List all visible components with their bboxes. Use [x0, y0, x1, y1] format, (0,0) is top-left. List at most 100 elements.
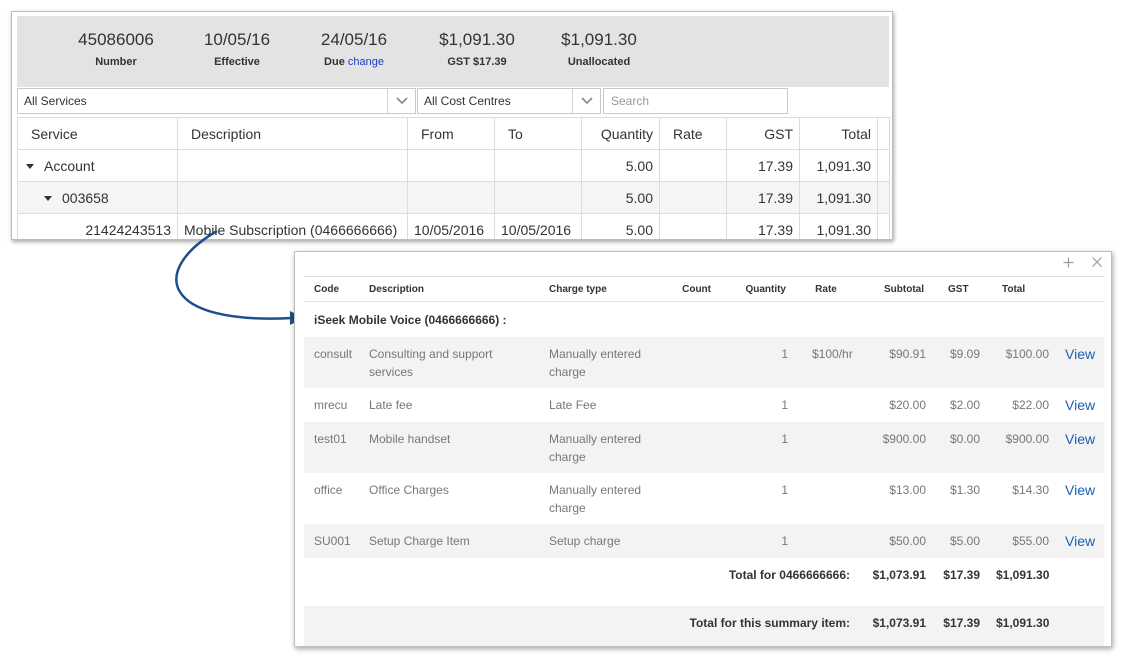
col-from[interactable]: From [407, 117, 495, 150]
service-name: Account [44, 157, 95, 174]
charge-row: test01 Mobile handset Manually entered c… [304, 422, 1104, 473]
chevron-down-icon[interactable] [387, 89, 415, 113]
total-cell: $55.00 [986, 524, 1055, 558]
subtotal-cell: $13.00 [889, 483, 926, 497]
filter-bar: All Services All Cost Centres [17, 87, 889, 117]
plus-icon[interactable] [1059, 253, 1077, 271]
action-cell: View [1055, 388, 1104, 422]
view-link[interactable]: View [1065, 431, 1095, 447]
service-cell: 21424243513 [17, 213, 178, 239]
table-row-cost-centre[interactable]: 003658 5.00 17.39 1,091.30 [17, 181, 890, 214]
from-cell [407, 149, 495, 182]
total-cell: 1,091.30 [799, 213, 878, 239]
charge-type-cell: Manually entered charge [549, 483, 642, 515]
col-gst[interactable]: GST [726, 117, 800, 150]
charge-row: mrecu Late fee Late Fee 1 $20.00 $2.00 $… [304, 388, 1104, 422]
caret-down-icon[interactable] [44, 196, 52, 202]
col-quantity[interactable]: Quantity [719, 276, 794, 302]
total-cell: 1,091.30 [799, 149, 878, 182]
view-link[interactable]: View [1065, 397, 1095, 413]
service-total-row: Total for 0466666666: $1,073.91 $17.39 $… [304, 558, 1104, 606]
services-table-header: Service Description From To Quantity Rat… [17, 117, 890, 150]
service-total-gst: $17.39 [943, 568, 980, 582]
rate-cell [659, 213, 727, 239]
scrollbar-cell [877, 149, 890, 182]
from-cell: 10/05/2016 [407, 213, 495, 239]
due-date-value: 24/05/16 [320, 30, 388, 49]
quantity-cell: 1 [719, 422, 794, 473]
summary-effective: 10/05/16 Effective [182, 16, 292, 68]
col-action [1055, 276, 1104, 302]
gst-cell: $5.00 [932, 524, 986, 558]
col-charge-type[interactable]: Charge type [539, 276, 669, 302]
rate-cell [794, 388, 856, 422]
col-description[interactable]: Description [359, 276, 539, 302]
col-count[interactable]: Count [669, 276, 719, 302]
charge-row: SU001 Setup Charge Item Setup charge 1 $… [304, 524, 1104, 558]
col-rate[interactable]: Rate [659, 117, 727, 150]
gst-amount-label: GST $17.39 [447, 56, 507, 68]
change-due-date-link[interactable]: change [348, 56, 384, 68]
scrollbar-column [877, 117, 890, 150]
charge-row: consult Consulting and support services … [304, 337, 1104, 388]
col-subtotal[interactable]: Subtotal [856, 276, 932, 302]
service-name: 003658 [62, 189, 109, 206]
gst-cell: $1.30 [949, 483, 980, 497]
summary-total-gst: $17.39 [932, 606, 986, 646]
search-input[interactable] [603, 88, 788, 114]
unallocated-value: $1,091.30 [561, 30, 637, 49]
to-cell [494, 181, 582, 214]
gst-cell: 17.39 [726, 149, 800, 182]
charge-detail-popup: Code Description Charge type Count Quant… [294, 251, 1112, 647]
charges-table: Code Description Charge type Count Quant… [304, 276, 1104, 646]
services-select-value: All Services [24, 94, 87, 108]
table-row-service[interactable]: 21424243513 Mobile Subscription (0466666… [17, 213, 890, 239]
col-to[interactable]: To [494, 117, 582, 150]
col-rate[interactable]: Rate [794, 276, 856, 302]
quantity-cell: 1 [781, 398, 788, 412]
code-cell: SU001 [304, 524, 359, 558]
subtotal-cell: $20.00 [889, 398, 926, 412]
view-link[interactable]: View [1065, 482, 1095, 498]
col-code[interactable]: Code [304, 276, 359, 302]
cost-centres-select[interactable]: All Cost Centres [417, 88, 601, 114]
chevron-down-icon[interactable] [572, 89, 600, 113]
due-date-label-row: Due change [299, 56, 409, 68]
col-total[interactable]: Total [799, 117, 878, 150]
services-table: Service Description From To Quantity Rat… [17, 117, 890, 239]
charge-type-cell: Late Fee [549, 398, 597, 412]
services-select[interactable]: All Services [17, 88, 416, 114]
view-link[interactable]: View [1065, 533, 1095, 549]
col-gst[interactable]: GST [932, 276, 986, 302]
description-cell: Mobile handset [359, 422, 539, 473]
service-cell: 003658 [17, 181, 178, 214]
total-cell: $14.30 [1012, 483, 1049, 497]
summary-total-label: Total for this summary item: [304, 606, 856, 646]
table-row-account[interactable]: Account 5.00 17.39 1,091.30 [17, 149, 890, 182]
col-total[interactable]: Total [986, 276, 1055, 302]
col-description[interactable]: Description [177, 117, 408, 150]
count-cell [669, 473, 719, 524]
charge-type-cell: Manually entered charge [539, 422, 669, 473]
service-total-label: Total for 0466666666: [728, 568, 850, 582]
service-total-subtotal: $1,073.91 [872, 568, 926, 582]
invoice-number-value: 45086006 [78, 30, 154, 49]
view-link[interactable]: View [1065, 346, 1095, 362]
service-total-total: $1,091.30 [996, 568, 1050, 582]
col-service[interactable]: Service [17, 117, 178, 150]
from-cell [407, 181, 495, 214]
code-cell: test01 [304, 422, 359, 473]
service-cell: Account [17, 149, 178, 182]
description-cell: Setup Charge Item [359, 524, 539, 558]
rate-cell [794, 422, 856, 473]
description-cell: Late fee [369, 398, 413, 412]
summary-total-total: $1,091.30 [986, 606, 1055, 646]
col-quantity[interactable]: Quantity [581, 117, 660, 150]
total-cell: $22.00 [1012, 398, 1049, 412]
close-icon[interactable] [1088, 253, 1106, 271]
count-cell [669, 524, 719, 558]
total-cell: $100.00 [986, 337, 1055, 388]
gst-cell: 17.39 [726, 181, 800, 214]
summary-due: 24/05/16 Due change [299, 16, 409, 68]
caret-down-icon[interactable] [26, 164, 34, 170]
